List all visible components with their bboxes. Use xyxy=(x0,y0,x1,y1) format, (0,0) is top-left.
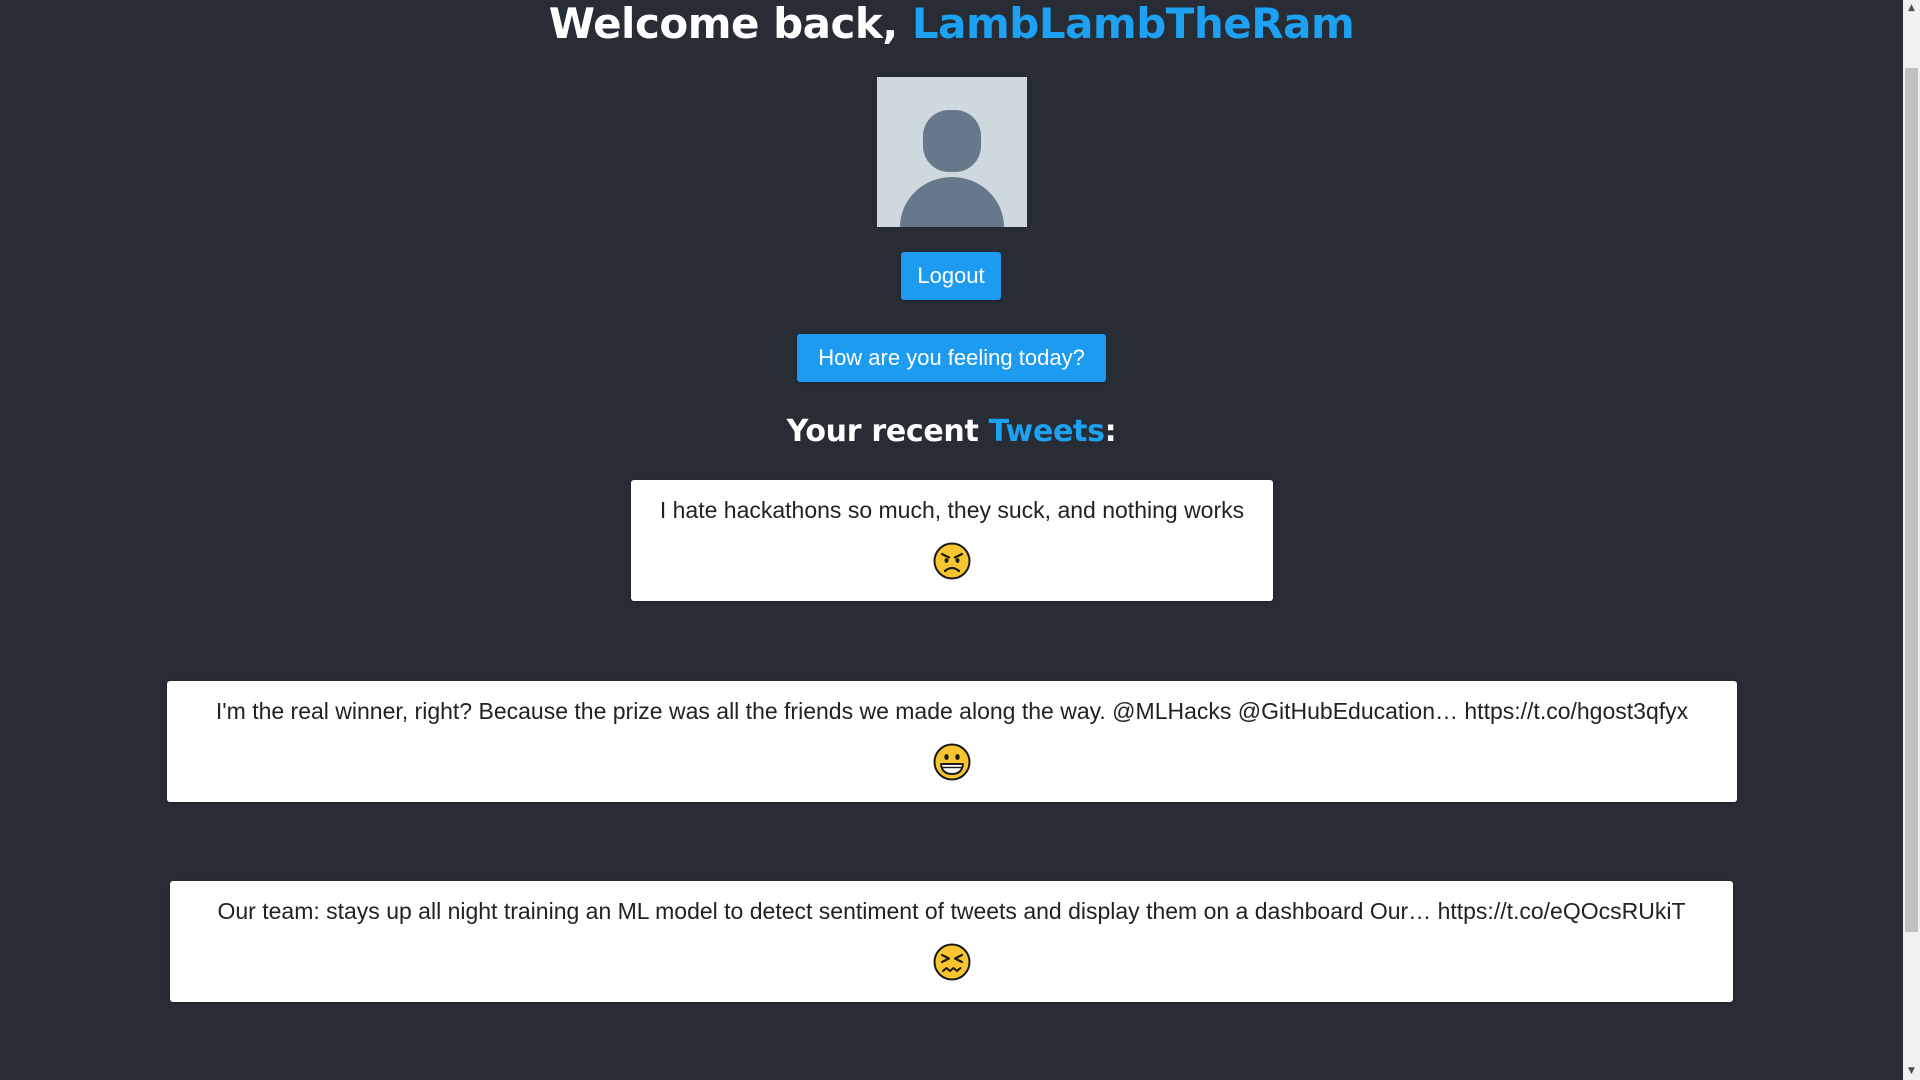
recent-prefix: Your recent xyxy=(786,414,989,449)
tweet-text: Our team: stays up all night training an… xyxy=(217,898,1686,924)
dashboard-page: Welcome back, LambLambTheRam Logout How … xyxy=(0,0,1903,1080)
confounded-face-icon xyxy=(933,943,971,981)
scroll-up-arrow-icon[interactable]: ▲ xyxy=(1903,0,1920,17)
angry-face-icon xyxy=(933,542,971,580)
welcome-prefix: Welcome back, xyxy=(548,0,912,48)
grinning-face-icon xyxy=(933,743,971,781)
recent-tweets-heading: Your recent Tweets: xyxy=(0,412,1903,452)
vertical-scrollbar[interactable]: ▲ ▼ xyxy=(1903,0,1920,1080)
how-are-you-feeling-button[interactable]: How are you feeling today? xyxy=(797,334,1106,382)
scroll-down-arrow-icon[interactable]: ▼ xyxy=(1903,1063,1920,1080)
tweet-card: I'm the real winner, right? Because the … xyxy=(167,681,1737,802)
logout-button[interactable]: Logout xyxy=(901,252,1001,300)
tweet-text: I hate hackathons so much, they suck, an… xyxy=(659,497,1245,523)
recent-accent: Tweets xyxy=(988,414,1105,449)
username: LambLambTheRam xyxy=(911,0,1355,48)
tweet-card: I hate hackathons so much, they suck, an… xyxy=(631,480,1273,601)
default-avatar-icon xyxy=(877,77,1027,227)
recent-suffix: : xyxy=(1104,414,1117,449)
scrollbar-thumb[interactable] xyxy=(1905,68,1918,932)
tweet-text: I'm the real winner, right? Because the … xyxy=(215,698,1689,724)
tweet-card: Our team: stays up all night training an… xyxy=(170,881,1733,1002)
welcome-heading: Welcome back, LambLambTheRam xyxy=(0,0,1903,48)
